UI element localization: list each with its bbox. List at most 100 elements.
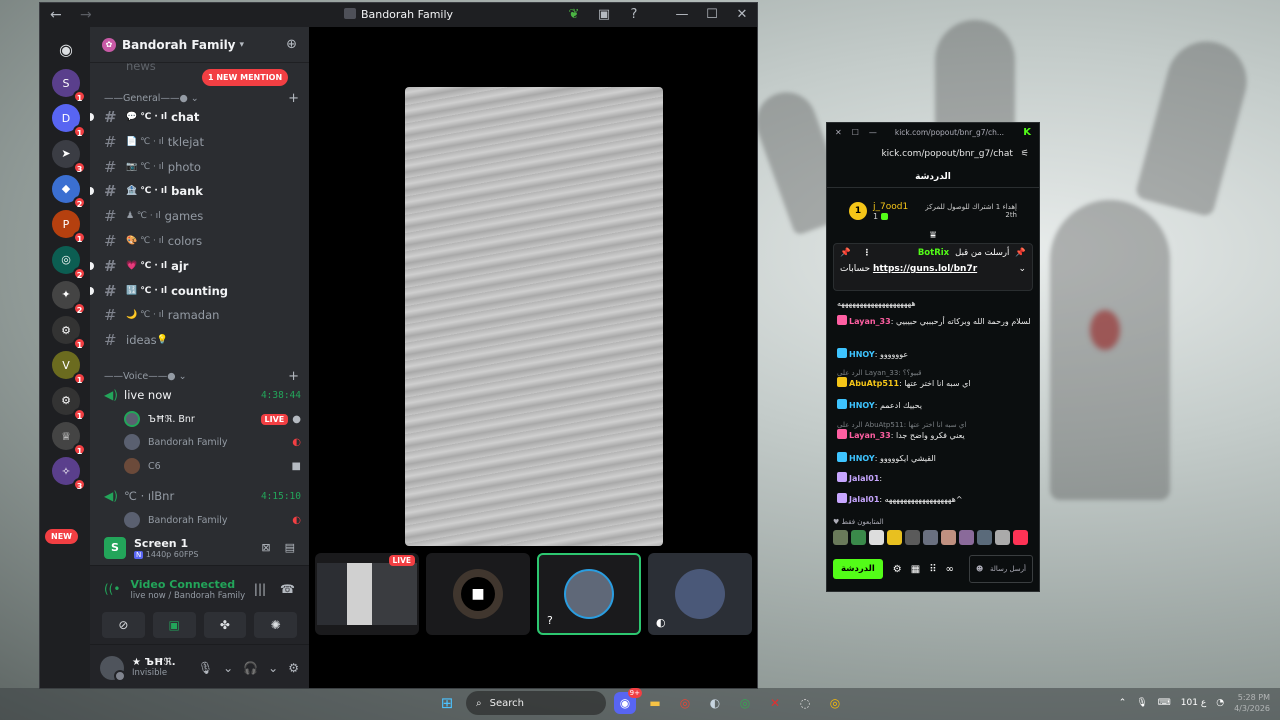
- chat-message[interactable]: ههههههههههههههههههههه: [837, 299, 1031, 308]
- chat-message[interactable]: Layan_33: وعليكم السلام ورحمة الله وبركا…: [837, 315, 1031, 326]
- emoji-icon[interactable]: ☻: [976, 565, 983, 573]
- follower-avatar[interactable]: [1013, 530, 1028, 545]
- server-icon[interactable]: D1: [52, 104, 86, 139]
- chat-username[interactable]: AbuAtp511: [849, 379, 899, 388]
- collapse-icon[interactable]: ⩸: [827, 230, 1039, 241]
- close-icon[interactable]: ✕: [835, 128, 842, 137]
- voice-user[interactable]: Bandorah Family ◐: [124, 431, 301, 453]
- windows-start-icon[interactable]: ⊞: [436, 692, 458, 714]
- chat-message[interactable]: HNOY: عوووووو: [837, 348, 1031, 359]
- chat-username[interactable]: Layan_33: [849, 431, 891, 440]
- app-circle-icon[interactable]: ◌: [794, 692, 816, 714]
- channel-news[interactable]: news: [104, 55, 301, 77]
- chat-message[interactable]: Jalal01:: [837, 472, 1031, 483]
- clock[interactable]: 5:28 PM 4/3/2026: [1234, 692, 1270, 714]
- keyboard-icon[interactable]: ⌨: [1158, 698, 1171, 708]
- headphones-icon[interactable]: 🎧: [243, 661, 258, 675]
- server-icon[interactable]: ♕ 1: [52, 422, 86, 456]
- maximize-icon[interactable]: ☐: [852, 128, 859, 137]
- voice-channel-live-now[interactable]: ◀) live now 4:38:44: [104, 384, 301, 406]
- chat-username[interactable]: Jalal01: [849, 495, 879, 504]
- follower-avatar[interactable]: [923, 530, 938, 545]
- voice-channel-bnr[interactable]: ◀) ℃ · ıl Bnr 4:15:10: [104, 485, 301, 507]
- follower-avatar[interactable]: [833, 530, 848, 545]
- server-icon[interactable]: S1: [52, 69, 86, 103]
- channel-chat[interactable]: # 💬 ℃ · ıl chat: [90, 106, 301, 128]
- chat-message[interactable]: HNOY: القيشي ايكووووو: [837, 452, 1031, 463]
- channel-colors[interactable]: # 🎨 ℃ · ıl colors: [104, 230, 301, 252]
- add-user-icon[interactable]: ⊕: [286, 37, 297, 52]
- stream-tile-user[interactable]: ?: [537, 553, 641, 635]
- server-icon[interactable]: V1: [52, 351, 86, 386]
- chat-username[interactable]: HNOY: [849, 454, 875, 463]
- users-icon[interactable]: ⠿: [929, 564, 936, 575]
- discord-taskbar-icon[interactable]: ◉ 9+: [614, 688, 642, 714]
- server-icon[interactable]: ◎ 2: [52, 245, 86, 280]
- chrome-profile-icon[interactable]: ◎: [734, 692, 756, 714]
- discord-home-icon[interactable]: ◉: [52, 35, 80, 63]
- gear-icon[interactable]: ⚙: [893, 564, 902, 575]
- channel-ideas[interactable]: # ideas 💡: [104, 329, 301, 351]
- server-icon[interactable]: ➤ 3: [52, 139, 86, 174]
- channel-counting[interactable]: # 🔢 ℃ · ıl counting: [90, 280, 301, 302]
- microphone-icon[interactable]: 🎙: [1136, 698, 1147, 708]
- disconnect-icon[interactable]: ☎: [280, 582, 295, 596]
- app-x-icon[interactable]: ✕: [764, 692, 786, 714]
- channel-ajr[interactable]: # 💗 ℃ · ıl ajr: [90, 255, 301, 277]
- voice-user[interactable]: Bandorah Family ◐: [124, 509, 301, 531]
- follower-avatar[interactable]: [995, 530, 1010, 545]
- avatar[interactable]: [100, 655, 126, 682]
- chat-username[interactable]: HNOY: [849, 401, 875, 410]
- category-general[interactable]: —— General ——● ⌄ +: [104, 91, 299, 106]
- new-pill[interactable]: NEW: [45, 529, 78, 544]
- server-icon[interactable]: ◆ 2: [52, 174, 86, 209]
- chevron-up-icon[interactable]: ⌃: [1119, 698, 1127, 708]
- stream-tile-user[interactable]: ◐: [648, 553, 752, 635]
- soundboard-button[interactable]: ✺: [254, 612, 297, 638]
- stream-video[interactable]: [405, 87, 663, 546]
- more-icon[interactable]: ⋮: [863, 248, 872, 258]
- voice-user[interactable]: C6 ■: [124, 455, 301, 477]
- search-box[interactable]: ⌕ Search: [466, 691, 606, 715]
- server-icon[interactable]: ⚙ 1: [52, 386, 86, 421]
- server-icon[interactable]: ⚙ 1: [52, 316, 86, 351]
- follower-avatar[interactable]: [887, 530, 902, 545]
- steam-icon[interactable]: ◐: [704, 692, 726, 714]
- chat-message[interactable]: Jalal01: ههههههههههههههههههه^: [837, 493, 1031, 504]
- stream-tile-camera[interactable]: ■: [426, 553, 530, 635]
- pin-icon[interactable]: 📌: [840, 248, 851, 258]
- stream-tile-screen[interactable]: LIVE: [315, 553, 419, 635]
- maximize-button[interactable]: ☐: [703, 6, 721, 24]
- signal-icon[interactable]: ((•: [104, 582, 120, 596]
- screen-share-button[interactable]: ▣: [152, 612, 196, 638]
- leader-user[interactable]: j_7ood1: [873, 202, 908, 212]
- help-icon[interactable]: ?: [625, 6, 643, 24]
- address-bar[interactable]: kick.com/popout/bnr_g7/chat ⚟: [827, 141, 1039, 166]
- infinity-icon[interactable]: ∞: [946, 564, 954, 575]
- noise-suppression-icon[interactable]: |||: [254, 582, 266, 596]
- channel-bank[interactable]: # 🏦 ℃ · ıl bank: [90, 180, 301, 202]
- gear-icon[interactable]: ⚙: [288, 661, 299, 675]
- close-button[interactable]: ✕: [733, 6, 751, 24]
- chat-username[interactable]: Layan_33: [849, 317, 891, 326]
- chat-input[interactable]: ☻ أرسل رسالة: [969, 555, 1033, 583]
- chat-message[interactable]: الرد على Layan_33: قبيو؟؟ AbuAtp511: اي س…: [837, 369, 1031, 388]
- activities-button[interactable]: ✤: [203, 612, 247, 638]
- inbox-icon[interactable]: ▣: [595, 6, 613, 24]
- site-settings-icon[interactable]: ⚟: [1021, 149, 1029, 159]
- stream-settings-icon[interactable]: ▤: [285, 541, 295, 554]
- follower-avatar[interactable]: [941, 530, 956, 545]
- pinned-link[interactable]: https://guns.lol/bn7r: [873, 264, 977, 274]
- channel-photo[interactable]: # 📷 ℃ · ıl photo: [104, 156, 301, 178]
- nitro-leaf-icon[interactable]: ❦: [565, 6, 583, 24]
- chevron-down-icon[interactable]: ⌄: [268, 661, 278, 675]
- minimize-button[interactable]: —: [673, 6, 691, 24]
- chrome-profile-icon[interactable]: ◎: [824, 692, 846, 714]
- minimize-icon[interactable]: —: [869, 128, 877, 137]
- follower-avatar[interactable]: [977, 530, 992, 545]
- stop-stream-icon[interactable]: ⊠: [261, 541, 270, 554]
- channel-ramadan[interactable]: # 🌙 ℃ · ıl ramadan: [104, 304, 301, 326]
- server-icon[interactable]: P1: [52, 210, 86, 245]
- language-indicator[interactable]: ع 101: [1181, 698, 1206, 708]
- chat-message[interactable]: الرد على AbuAtp511: اي سبه انا اختر عتها…: [837, 421, 1031, 440]
